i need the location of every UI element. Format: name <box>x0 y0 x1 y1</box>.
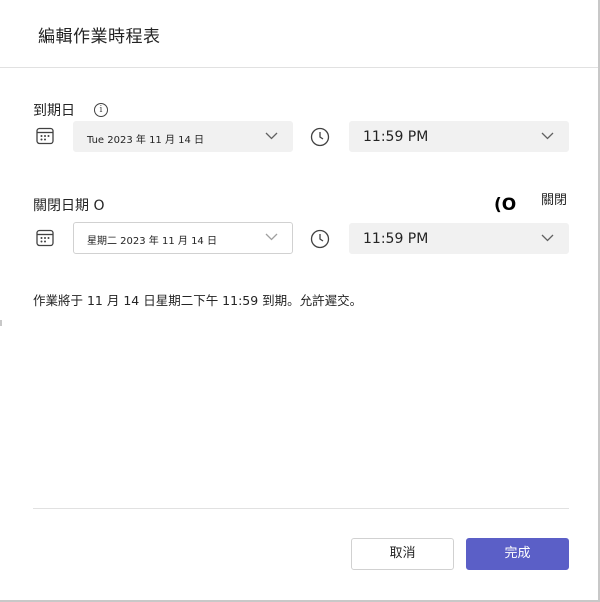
footer-divider <box>33 508 569 509</box>
close-date-picker[interactable]: 星期二 2023 年 11 月 14 日 <box>73 222 293 254</box>
clock-icon[interactable] <box>310 229 330 253</box>
due-date-label: 到期日 <box>33 103 75 119</box>
dialog-title: 編輯作業時程表 <box>38 27 161 47</box>
close-date-value: 星期二 2023 年 11 月 14 日 <box>87 236 217 247</box>
info-icon[interactable]: i <box>94 103 108 117</box>
close-time-picker[interactable]: 11:59 PM <box>349 223 569 254</box>
close-date-toggle[interactable]: (O <box>494 195 516 215</box>
close-date-toggle-label: 關閉 <box>541 193 568 208</box>
chevron-down-icon <box>541 132 554 143</box>
done-button[interactable]: 完成 <box>466 538 569 570</box>
calendar-icon[interactable] <box>36 127 54 149</box>
due-time-value: 11:59 PM <box>363 129 429 145</box>
clock-icon[interactable] <box>310 127 330 151</box>
chevron-down-icon <box>541 234 554 245</box>
scroll-edge-marker <box>0 320 2 326</box>
close-time-value: 11:59 PM <box>363 231 429 247</box>
due-time-picker[interactable]: 11:59 PM <box>349 121 569 152</box>
chevron-down-icon <box>265 233 278 244</box>
dialog-header: 編輯作業時程表 <box>0 0 598 68</box>
due-date-picker[interactable]: Tue 2023 年 11 月 14 日 <box>73 121 293 152</box>
schedule-summary: 作業將于 11 月 14 日星期二下午 11:59 到期。允許遲交。 <box>33 293 363 308</box>
edit-assignment-schedule-dialog: 編輯作業時程表 到期日 i Tue 2023 年 11 月 14 日 11:59… <box>0 0 600 602</box>
chevron-down-icon <box>265 132 278 143</box>
close-date-label: 關閉日期 O <box>33 198 105 214</box>
calendar-icon[interactable] <box>36 229 54 251</box>
due-date-value: Tue 2023 年 11 月 14 日 <box>87 135 205 146</box>
cancel-button[interactable]: 取消 <box>351 538 454 570</box>
